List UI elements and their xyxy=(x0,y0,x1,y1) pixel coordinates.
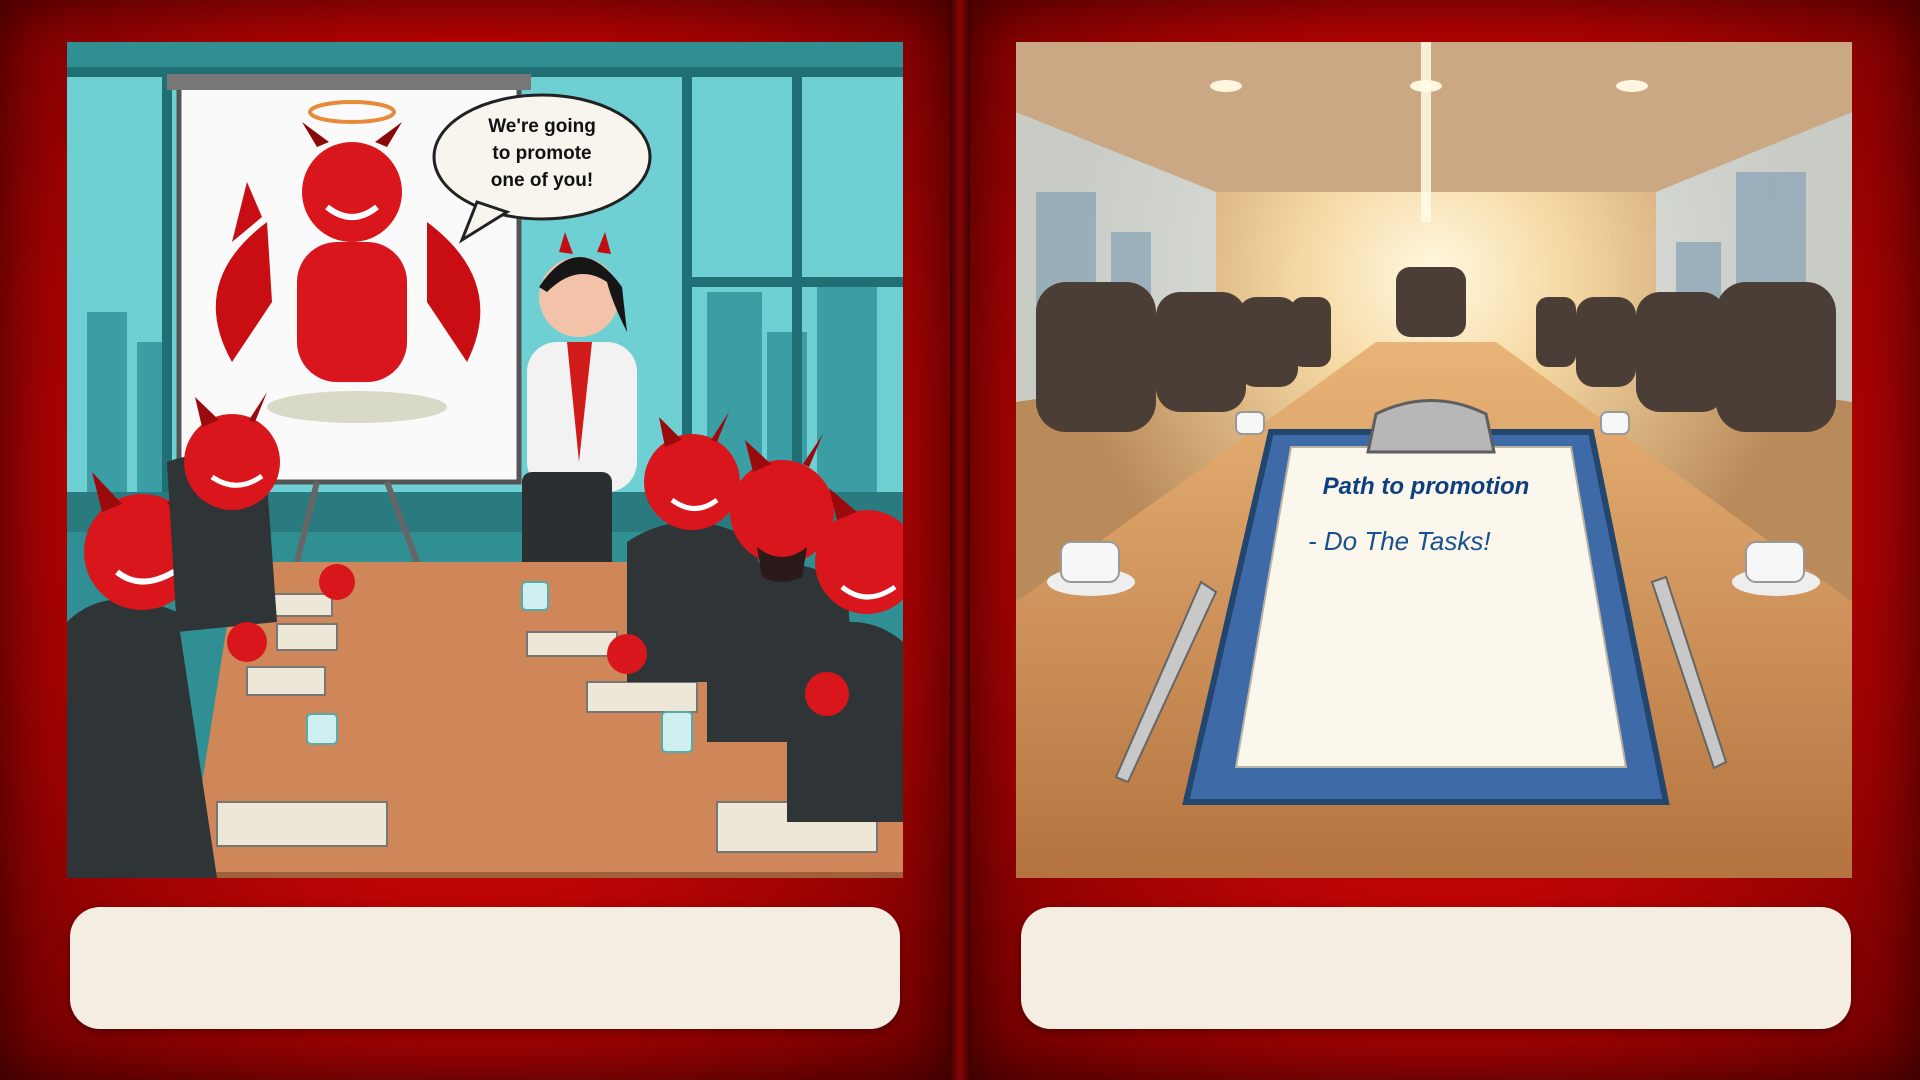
meeting-room-illustration: We're going to promote one of you! xyxy=(67,42,903,878)
devil-head xyxy=(302,142,402,242)
comic-panel-left: We're going to promote one of you! xyxy=(0,0,950,1080)
clipboard-clip xyxy=(1366,399,1496,454)
comic-panel-right: Path to promotion - Do The Tasks! xyxy=(970,0,1920,1080)
caption-box-right xyxy=(1021,907,1851,1029)
bubble-line-2: to promote xyxy=(492,143,591,164)
clipboard-task: - Do The Tasks! xyxy=(1308,526,1491,556)
panel-divider xyxy=(950,0,970,1080)
caption-box-left xyxy=(70,907,900,1029)
boardroom-illustration: Path to promotion - Do The Tasks! xyxy=(1016,42,1852,878)
devil-body xyxy=(297,242,407,382)
bubble-line-1: We're going xyxy=(488,116,596,137)
light-beam xyxy=(1421,42,1431,222)
clipboard-title: Path to promotion xyxy=(1323,473,1530,500)
bubble-line-3: one of you! xyxy=(491,170,593,191)
